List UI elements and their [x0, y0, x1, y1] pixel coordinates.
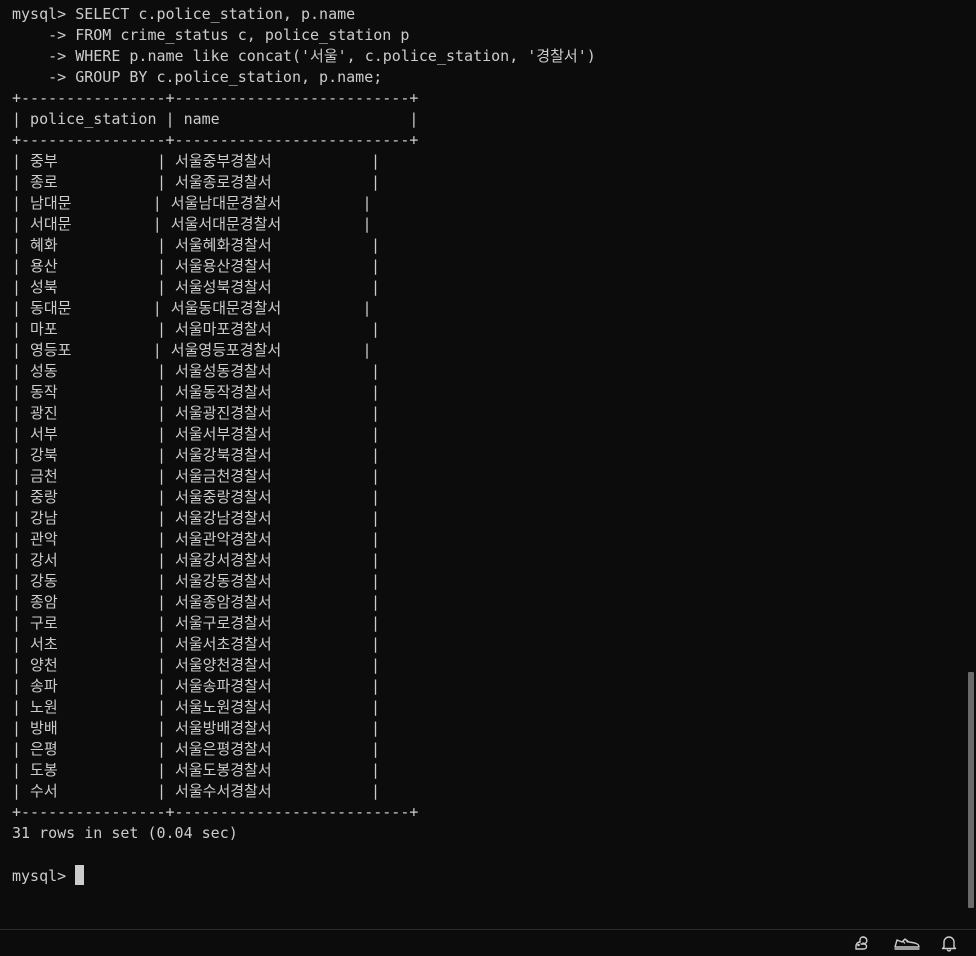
- query-line: -> FROM crime_status c, police_station p: [12, 26, 410, 44]
- terminal-output[interactable]: mysql> SELECT c.police_station, p.name -…: [12, 4, 596, 886]
- bell-icon[interactable]: [938, 933, 960, 953]
- table-row: | 성북 | 서울성북경찰서 |: [12, 278, 381, 296]
- table-row: | 수서 | 서울수서경찰서 |: [12, 782, 381, 800]
- table-row: | 서초 | 서울서초경찰서 |: [12, 635, 381, 653]
- status-bar: [0, 929, 976, 956]
- text-cursor: [75, 865, 85, 885]
- query-line: mysql> SELECT c.police_station, p.name: [12, 5, 356, 23]
- table-row: | 중부 | 서울중부경찰서 |: [12, 152, 381, 170]
- table-row: | 마포 | 서울마포경찰서 |: [12, 320, 381, 338]
- table-row: | 동대문 | 서울동대문경찰서 |: [12, 299, 372, 317]
- prompt-text: mysql>: [12, 867, 76, 885]
- terminal-panel[interactable]: mysql> SELECT c.police_station, p.name -…: [0, 0, 966, 928]
- table-row: | 서부 | 서울서부경찰서 |: [12, 425, 381, 443]
- table-row: | 강서 | 서울강서경찰서 |: [12, 551, 381, 569]
- result-summary: 31 rows in set (0.04 sec): [12, 824, 238, 842]
- table-row: | 광진 | 서울광진경찰서 |: [12, 404, 381, 422]
- table-row: | 혜화 | 서울혜화경찰서 |: [12, 236, 381, 254]
- table-row: | 강동 | 서울강동경찰서 |: [12, 572, 381, 590]
- table-header: | police_station | name |: [12, 110, 419, 128]
- table-row: | 서대문 | 서울서대문경찰서 |: [12, 215, 372, 233]
- table-border-bottom: +----------------+----------------------…: [12, 803, 419, 821]
- table-row: | 강남 | 서울강남경찰서 |: [12, 509, 381, 527]
- sneaker-icon[interactable]: [892, 933, 922, 953]
- prompt-line[interactable]: mysql>: [12, 865, 596, 886]
- table-row: | 용산 | 서울용산경찰서 |: [12, 257, 381, 275]
- table-row: | 송파 | 서울송파경찰서 |: [12, 677, 381, 695]
- vertical-scrollbar[interactable]: [966, 0, 976, 928]
- table-row: | 은평 | 서울은평경찰서 |: [12, 740, 381, 758]
- query-line: -> GROUP BY c.police_station, p.name;: [12, 68, 383, 86]
- table-row: | 양천 | 서울양천경찰서 |: [12, 656, 381, 674]
- table-row: | 종로 | 서울종로경찰서 |: [12, 173, 381, 191]
- table-row: | 금천 | 서울금천경찰서 |: [12, 467, 381, 485]
- table-row: | 방배 | 서울방배경찰서 |: [12, 719, 381, 737]
- table-border-header: +----------------+----------------------…: [12, 131, 419, 149]
- squirrel-icon[interactable]: [850, 933, 872, 953]
- table-rows: | 중부 | 서울중부경찰서 | | 종로 | 서울종로경찰서 | | 남대문 | …: [12, 151, 596, 802]
- table-row: | 도봉 | 서울도봉경찰서 |: [12, 761, 381, 779]
- table-border-top: +----------------+----------------------…: [12, 89, 419, 107]
- table-row: | 강북 | 서울강북경찰서 |: [12, 446, 381, 464]
- table-row: | 동작 | 서울동작경찰서 |: [12, 383, 381, 401]
- table-row: | 영등포 | 서울영등포경찰서 |: [12, 341, 372, 359]
- table-row: | 노원 | 서울노원경찰서 |: [12, 698, 381, 716]
- query-line: -> WHERE p.name like concat('서울', c.poli…: [12, 47, 596, 65]
- table-row: | 구로 | 서울구로경찰서 |: [12, 614, 381, 632]
- table-row: | 성동 | 서울성동경찰서 |: [12, 362, 381, 380]
- table-row: | 종암 | 서울종암경찰서 |: [12, 593, 381, 611]
- table-row: | 중랑 | 서울중랑경찰서 |: [12, 488, 381, 506]
- table-row: | 관악 | 서울관악경찰서 |: [12, 530, 381, 548]
- scrollbar-thumb[interactable]: [968, 672, 974, 908]
- table-row: | 남대문 | 서울남대문경찰서 |: [12, 194, 372, 212]
